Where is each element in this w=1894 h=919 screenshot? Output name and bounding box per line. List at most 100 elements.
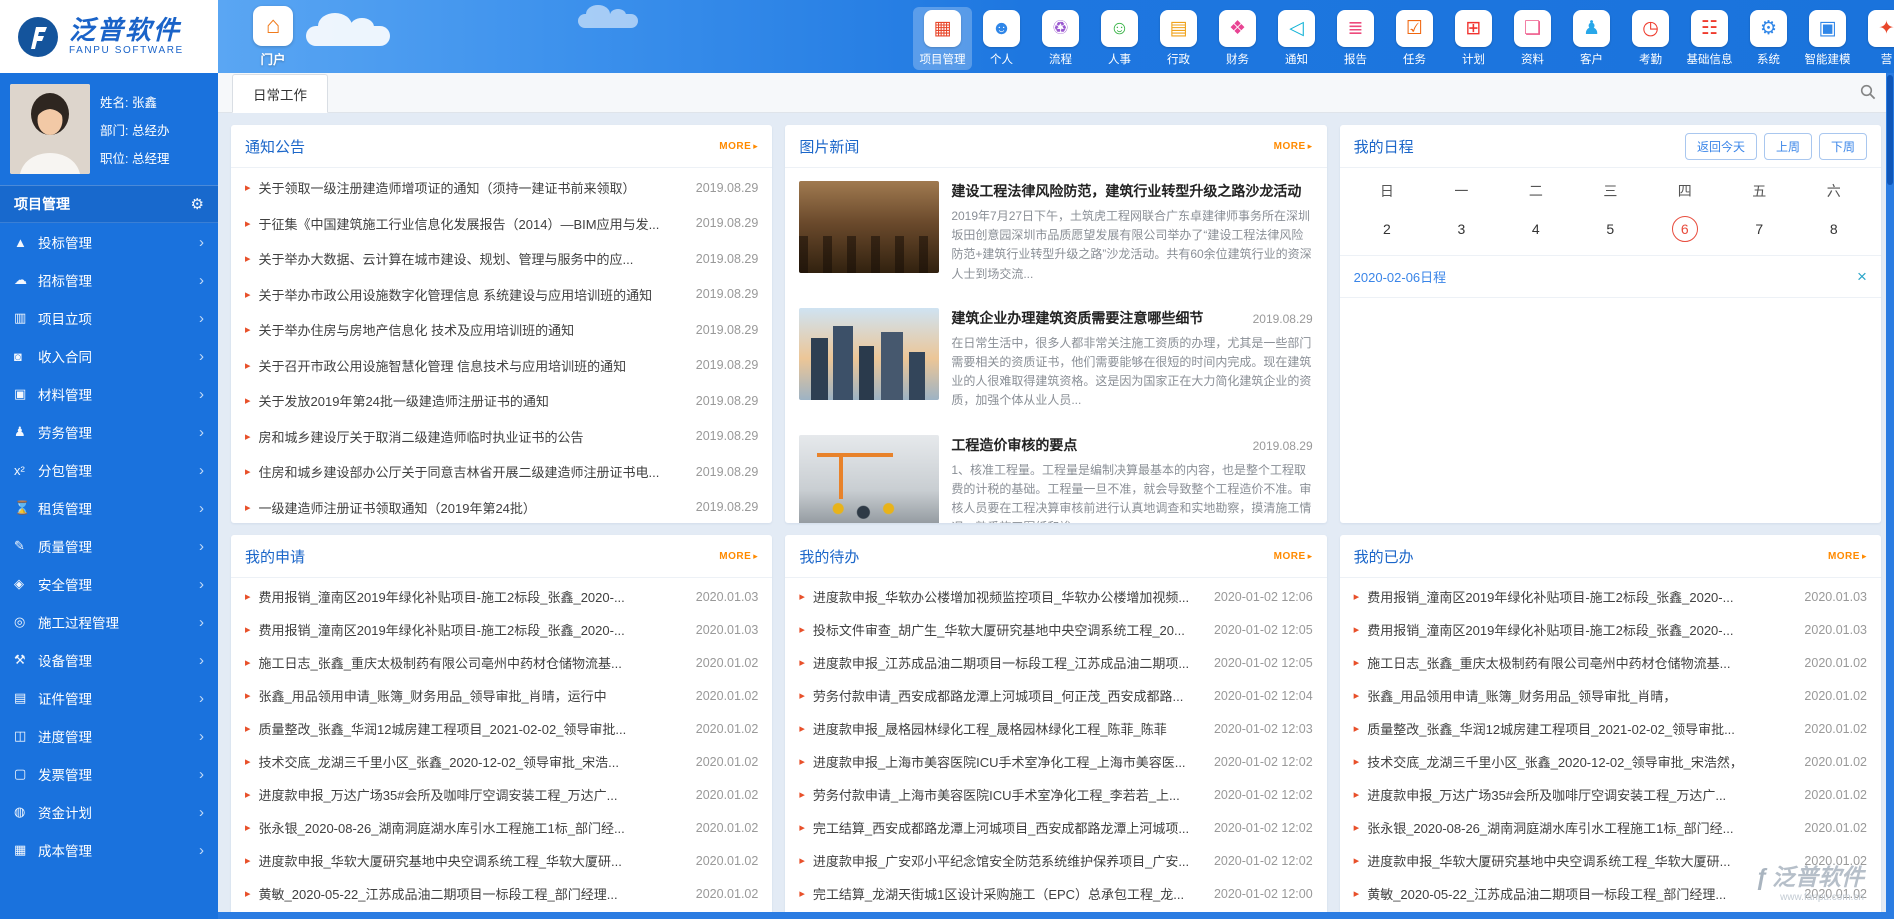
list-item[interactable]: 施工日志_张鑫_重庆太极制药有限公司亳州中药材仓储物流基... 2020.01.… (1340, 646, 1881, 679)
top-nav-item[interactable]: ≣ 报告 (1326, 7, 1385, 70)
list-item[interactable]: 张鑫_用品领用申请_账簿_财务用品_领导审批_肖晴，运行中 2020.01.02 (231, 679, 772, 712)
more-button[interactable]: MORE (1274, 141, 1313, 152)
list-item[interactable]: 完工结算_西安成都路龙潭上河城项目_西安成都路龙潭上河城项... 2020-01… (785, 811, 1326, 844)
top-nav-item[interactable]: ⚙ 系统 (1739, 7, 1798, 70)
more-button[interactable]: MORE (719, 141, 758, 152)
sidebar-menu-item[interactable]: ▲ 投标管理 (0, 223, 218, 261)
calendar-date[interactable]: 7 (1722, 216, 1796, 242)
list-item[interactable]: 技术交底_龙湖三千里小区_张鑫_2020-12-02_领导审批_宋浩... 20… (231, 745, 772, 778)
list-item[interactable]: 住房和城乡建设部办公厅关于同意吉林省开展二级建造师注册证书电... 2019.0… (231, 454, 772, 490)
list-item[interactable]: 关于举办大数据、云计算在城市建设、规划、管理与服务中的应... 2019.08.… (231, 241, 772, 277)
list-item[interactable]: 进度款申报_晟格园林绿化工程_晟格园林绿化工程_陈菲_陈菲 2020-01-02… (785, 712, 1326, 745)
list-item[interactable]: 进度款申报_上海市美容医院ICU手术室净化工程_上海市美容医... 2020-0… (785, 745, 1326, 778)
list-item[interactable]: 关于举办住房与房地产信息化 技术及应用培训班的通知 2019.08.29 (231, 312, 772, 348)
news-item[interactable]: 工程造价审核的要点 2019.08.29 1、核准工程量。工程量是编制决算最基本… (785, 422, 1326, 524)
top-nav-item[interactable]: ♟ 客户 (1562, 7, 1621, 70)
top-nav-item[interactable]: ☷ 基础信息 (1680, 7, 1739, 70)
list-item[interactable]: 质量整改_张鑫_华润12城房建工程项目_2021-02-02_领导审批... 2… (231, 712, 772, 745)
search-icon[interactable] (1860, 84, 1876, 105)
list-item[interactable]: 进度款申报_华软大厦研究基地中央空调系统工程_华软大厦研... 2020.01.… (231, 844, 772, 877)
list-item[interactable]: 费用报销_潼南区2019年绿化补贴项目-施工2标段_张鑫_2020-... 20… (231, 613, 772, 646)
calendar-date[interactable]: 5 (1573, 216, 1647, 242)
nav-item-portal[interactable]: ⌂ 门户 (244, 6, 302, 68)
list-item[interactable]: 一级建造师注册证书领取通知（2019年第24批） 2019.08.29 (231, 490, 772, 524)
list-item[interactable]: 施工日志_张鑫_重庆太极制药有限公司亳州中药材仓储物流基... 2020.01.… (231, 646, 772, 679)
list-item[interactable]: 进度款申报_万达广场35#会所及咖啡厅空调安装工程_万达广... 2020.01… (1340, 778, 1881, 811)
top-nav-item[interactable]: ▤ 行政 (1149, 7, 1208, 70)
sidebar-menu-item[interactable]: ◫ 进度管理 (0, 717, 218, 755)
calendar-nav-button[interactable]: 返回今天 (1685, 133, 1757, 160)
list-item[interactable]: 关于发放2019年第24批一级建造师注册证书的通知 2019.08.29 (231, 383, 772, 419)
list-item[interactable]: 劳务付款申请_上海市美容医院ICU手术室净化工程_李若若_上... 2020-0… (785, 778, 1326, 811)
sidebar-menu-item[interactable]: ♟ 劳务管理 (0, 413, 218, 451)
vertical-scrollbar[interactable] (1886, 73, 1894, 919)
list-item[interactable]: 劳务付款申请_西安成都路龙潭上河城项目_何正茂_西安成都路... 2020-01… (785, 679, 1326, 712)
sidebar-menu-item[interactable]: x² 分包管理 (0, 451, 218, 489)
news-item[interactable]: 建筑企业办理建筑资质需要注意哪些细节 2019.08.29 在日常生活中，很多人… (785, 295, 1326, 422)
list-item[interactable]: 技术交底_龙湖三千里小区_张鑫_2020-12-02_领导审批_宋浩然， 202… (1340, 745, 1881, 778)
sidebar-menu-item[interactable]: ☁ 招标管理 (0, 261, 218, 299)
list-item[interactable]: 关于召开市政公用设施智慧化管理 信息技术与应用培训班的通知 2019.08.29 (231, 348, 772, 384)
list-item[interactable]: 进度款申报_华软办公楼增加视频监控项目_华软办公楼增加视频... 2020-01… (785, 580, 1326, 613)
close-icon[interactable]: × (1857, 268, 1867, 285)
top-nav-item[interactable]: ♽ 流程 (1031, 7, 1090, 70)
calendar-date[interactable]: 4 (1499, 216, 1573, 242)
top-nav-item[interactable]: ◷ 考勤 (1621, 7, 1680, 70)
calendar-nav-button[interactable]: 上周 (1764, 133, 1812, 160)
news-item[interactable]: 建设工程法律风险防范，建筑行业转型升级之路沙龙活动 2019年7月27日下午，土… (785, 168, 1326, 295)
list-item[interactable]: 费用报销_潼南区2019年绿化补贴项目-施工2标段_张鑫_2020-... 20… (231, 580, 772, 613)
top-nav-item[interactable]: ▦ 项目管理 (913, 7, 972, 70)
sidebar-menu-item[interactable]: ▦ 成本管理 (0, 831, 218, 869)
sidebar-menu-item[interactable]: ▢ 发票管理 (0, 755, 218, 793)
list-item[interactable]: 黄敏_2020-05-22_江苏成品油二期项目一标段工程_部门经理... 202… (1340, 877, 1881, 910)
list-item[interactable]: 进度款申报_万达广场35#会所及咖啡厅空调安装工程_万达广... 2020.01… (231, 778, 772, 811)
top-nav-item[interactable]: ▣ 智能建模 (1798, 7, 1857, 70)
list-item[interactable]: 黄敏_2020-05-22_江苏成品油二期项目一标段工程_部门经理... 202… (231, 877, 772, 910)
more-button[interactable]: MORE (719, 551, 758, 562)
sidebar-menu-item[interactable]: ⚒ 设备管理 (0, 641, 218, 679)
list-item[interactable]: 完工结算_龙湖天街城1区设计采购施工（EPC）总承包工程_龙... 2020-0… (785, 877, 1326, 910)
calendar-date[interactable]: 8 (1797, 216, 1871, 242)
more-button[interactable]: MORE (1274, 551, 1313, 562)
list-item[interactable]: 进度款申报_江苏成品油二期项目一标段工程_江苏成品油二期项... 2020-01… (785, 646, 1326, 679)
list-item[interactable]: 张永银_2020-08-26_湖南洞庭湖水库引水工程施工1标_部门经... 20… (231, 811, 772, 844)
list-item[interactable]: 张永银_2020-08-26_湖南洞庭湖水库引水工程施工1标_部门经... 20… (1340, 811, 1881, 844)
list-item[interactable]: 进度款申报_华软大厦研究基地中央空调系统工程_华软大厦研... 2020.01.… (1340, 844, 1881, 877)
top-nav-item[interactable]: ❖ 财务 (1208, 7, 1267, 70)
list-item[interactable]: 房和城乡建设厅关于取消二级建造师临时执业证书的公告 2019.08.29 (231, 419, 772, 455)
top-nav-item[interactable]: ✦ 营 (1857, 7, 1894, 70)
gear-icon[interactable]: ⚙ (191, 195, 204, 213)
sidebar-menu-item[interactable]: ▤ 证件管理 (0, 679, 218, 717)
list-item[interactable]: 关于领取一级注册建造师增项证的通知（须持一建证书前来领取） 2019.08.29 (231, 170, 772, 206)
tab-daily-work[interactable]: 日常工作 (232, 74, 328, 113)
list-item[interactable]: 于征集《中国建筑施工行业信息化发展报告（2014）—BIM应用与发... 201… (231, 206, 772, 242)
list-item[interactable]: 费用报销_潼南区2019年绿化补贴项目-施工2标段_张鑫_2020-... 20… (1340, 580, 1881, 613)
top-nav-item[interactable]: ❏ 资料 (1503, 7, 1562, 70)
list-item[interactable]: 张鑫_用品领用申请_账簿_财务用品_领导审批_肖晴， 2020.01.02 (1340, 679, 1881, 712)
top-nav-item[interactable]: ⊞ 计划 (1444, 7, 1503, 70)
list-item[interactable]: 投标文件审查_胡广生_华软大厦研究基地中央空调系统工程_20... 2020-0… (785, 613, 1326, 646)
top-nav-item[interactable]: ☻ 个人 (972, 7, 1031, 70)
top-nav-item[interactable]: ☺ 人事 (1090, 7, 1149, 70)
sidebar-menu-item[interactable]: ◈ 安全管理 (0, 565, 218, 603)
sidebar-menu-item[interactable]: ✎ 质量管理 (0, 527, 218, 565)
sidebar-menu-item[interactable]: ▣ 材料管理 (0, 375, 218, 413)
sidebar-menu-item[interactable]: ⌛ 租赁管理 (0, 489, 218, 527)
calendar-nav-button[interactable]: 下周 (1819, 133, 1867, 160)
top-nav-item[interactable]: ◁ 通知 (1267, 7, 1326, 70)
more-button[interactable]: MORE (1828, 551, 1867, 562)
calendar-date[interactable]: 6 (1648, 216, 1722, 242)
list-item[interactable]: 费用报销_潼南区2019年绿化补贴项目-施工2标段_张鑫_2020-... 20… (1340, 613, 1881, 646)
list-item[interactable]: 质量整改_张鑫_华润12城房建工程项目_2021-02-02_领导审批... 2… (1340, 712, 1881, 745)
list-item[interactable]: 关于举办市政公用设施数字化管理信息 系统建设与应用培训班的通知 2019.08.… (231, 277, 772, 313)
sidebar-menu-item[interactable]: ◍ 资金计划 (0, 793, 218, 831)
calendar-date[interactable]: 3 (1424, 216, 1498, 242)
top-nav-item[interactable]: ☑ 任务 (1385, 7, 1444, 70)
sidebar-menu-item[interactable]: ▥ 项目立项 (0, 299, 218, 337)
scrollbar-thumb[interactable] (1887, 75, 1893, 185)
horizontal-scrollbar[interactable] (218, 912, 1886, 919)
sidebar-menu-item[interactable]: ◙ 收入合同 (0, 337, 218, 375)
sidebar-menu-item[interactable]: ◎ 施工过程管理 (0, 603, 218, 641)
calendar-date[interactable]: 2 (1350, 216, 1424, 242)
list-item[interactable]: 进度款申报_广安邓小平纪念馆安全防范系统维护保养项目_广安... 2020-01… (785, 844, 1326, 877)
